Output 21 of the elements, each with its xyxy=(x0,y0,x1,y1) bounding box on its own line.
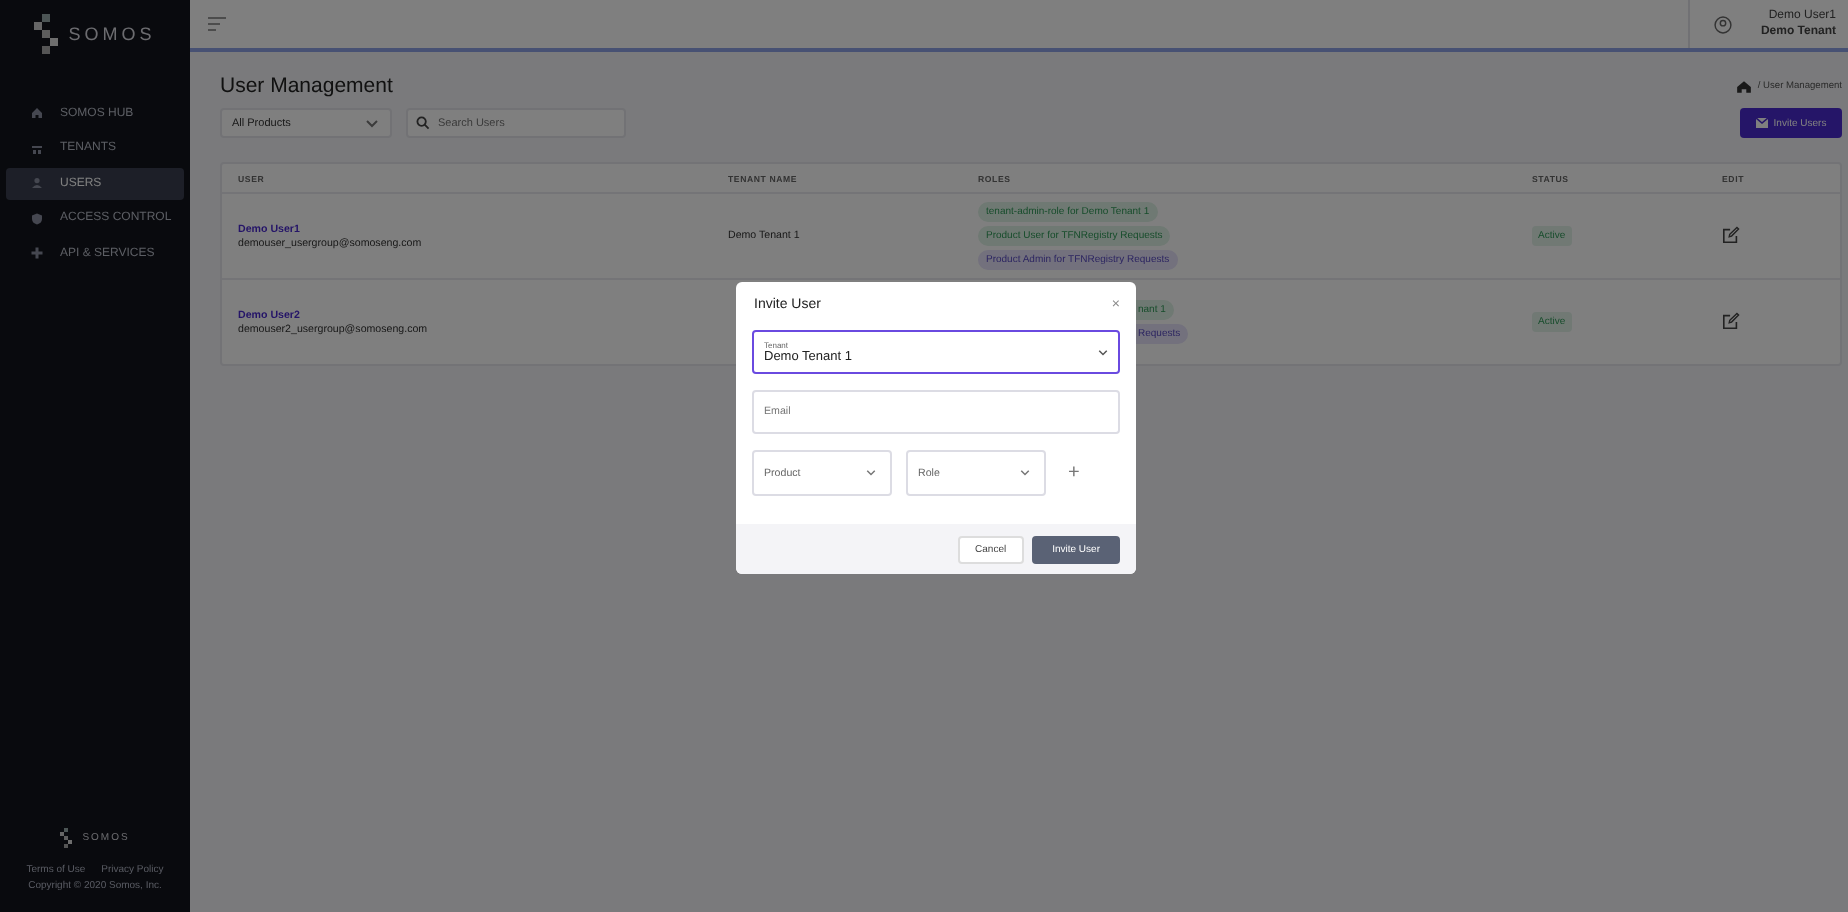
user-icon[interactable] xyxy=(1714,15,1733,33)
mail-icon xyxy=(1755,118,1768,128)
logo-icon xyxy=(34,14,59,54)
home-icon[interactable] xyxy=(1735,79,1752,93)
edit-icon[interactable] xyxy=(1722,225,1740,243)
nav-icon xyxy=(30,246,44,261)
caret-icon xyxy=(366,119,378,127)
search-icon xyxy=(416,116,430,130)
caret-icon xyxy=(1020,470,1030,476)
add-button[interactable]: + xyxy=(1060,462,1088,484)
caret-icon xyxy=(866,470,876,476)
brand-name: SOMOS xyxy=(68,24,156,44)
caret-icon xyxy=(1098,350,1108,356)
nav-icon xyxy=(30,106,44,121)
nav-icon xyxy=(30,176,44,191)
logo-icon xyxy=(60,828,73,848)
edit-icon[interactable] xyxy=(1722,311,1740,329)
page-title: User Management xyxy=(220,74,393,98)
menu-icon[interactable] xyxy=(208,16,226,32)
nav-icon xyxy=(30,141,44,156)
nav-icon xyxy=(30,211,44,226)
